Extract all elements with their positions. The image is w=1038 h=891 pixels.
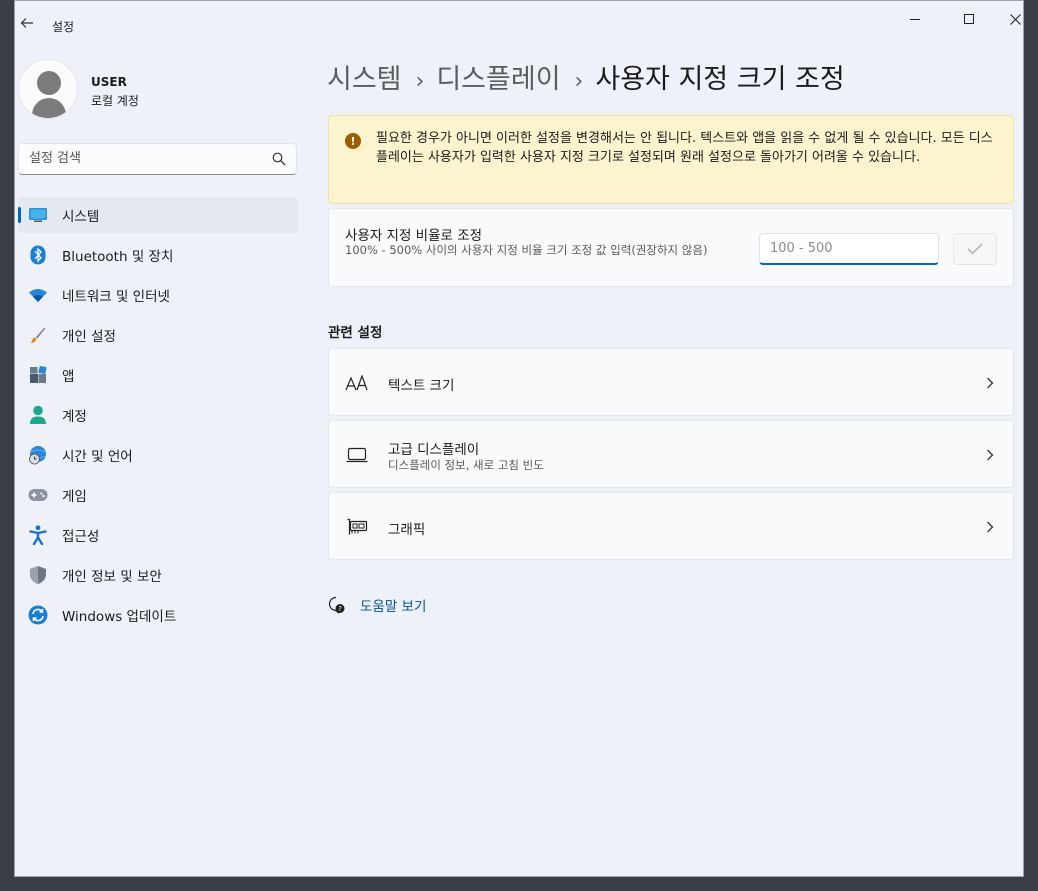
- get-help-link[interactable]: ? 도움말 보기: [328, 593, 426, 617]
- close-icon: [1009, 13, 1021, 25]
- system-icon: [28, 205, 48, 225]
- help-label: 도움말 보기: [360, 599, 427, 615]
- custom-scaling-description: 100% - 500% 사이의 사용자 지정 비율 크기 조정 값 입력(권장하…: [345, 243, 708, 257]
- minimize-button[interactable]: [897, 7, 933, 31]
- gamepad-icon: [28, 485, 48, 505]
- close-button[interactable]: [997, 7, 1033, 31]
- graphics-card-icon: [345, 517, 369, 537]
- sidebar-item-label: 접근성: [62, 529, 100, 545]
- search-icon[interactable]: [272, 152, 286, 166]
- custom-scaling-title: 사용자 지정 비율로 조정: [345, 228, 483, 244]
- sidebar-item-privacy-security[interactable]: 개인 정보 및 보안: [18, 557, 298, 593]
- globe-clock-icon: [28, 445, 48, 465]
- sidebar-item-label: 네트워크 및 인터넷: [62, 289, 170, 305]
- scale-value-input[interactable]: [759, 233, 939, 265]
- account-icon: [28, 405, 48, 425]
- page-title: 사용자 지정 크기 조정: [595, 64, 845, 95]
- chevron-right-icon: [987, 377, 994, 389]
- wifi-icon: [28, 285, 48, 305]
- breadcrumb-display[interactable]: 디스플레이: [436, 64, 560, 95]
- breadcrumb-separator: ›: [415, 69, 425, 94]
- warning-icon: !: [345, 133, 361, 149]
- back-arrow-icon: [20, 18, 33, 28]
- sidebar-item-label: 게임: [62, 489, 87, 505]
- minimize-icon: [910, 18, 920, 20]
- sidebar-item-label: 계정: [62, 409, 87, 425]
- user-name: USER: [91, 75, 127, 89]
- warning-infobar: ! 필요한 경우가 아니면 이러한 설정을 변경해서는 안 됩니다. 텍스트와 …: [328, 115, 1014, 204]
- link-subtitle: 디스플레이 정보, 새로 고침 빈도: [388, 458, 544, 472]
- apply-scale-button[interactable]: [953, 233, 997, 265]
- monitor-icon: [345, 445, 369, 465]
- sidebar-item-label: Windows 업데이트: [62, 609, 177, 625]
- sidebar-item-apps[interactable]: 앱: [18, 357, 298, 393]
- sidebar-item-label: 개인 설정: [62, 329, 116, 345]
- selection-indicator: [18, 207, 21, 223]
- sidebar-item-personalization[interactable]: 개인 설정: [18, 317, 298, 353]
- sidebar-item-network[interactable]: 네트워크 및 인터넷: [18, 277, 298, 313]
- apps-icon: [28, 365, 48, 385]
- sidebar-item-label: 앱: [62, 369, 75, 385]
- sidebar-item-label: Bluetooth 및 장치: [62, 249, 174, 265]
- brush-icon: [28, 325, 48, 345]
- breadcrumb: 시스템 › 디스플레이 › 사용자 지정 크기 조정: [327, 57, 845, 96]
- warning-text: 필요한 경우가 아니면 이러한 설정을 변경해서는 안 됩니다. 텍스트와 앱을…: [376, 131, 993, 165]
- account-type: 로컬 계정: [91, 94, 139, 108]
- breadcrumb-separator: ›: [574, 69, 584, 94]
- maximize-button[interactable]: [951, 7, 987, 31]
- back-button[interactable]: [15, 11, 39, 35]
- settings-search-box: [18, 143, 297, 175]
- sidebar-item-time-language[interactable]: 시간 및 언어: [18, 437, 298, 473]
- sidebar-item-accessibility[interactable]: 접근성: [18, 517, 298, 553]
- shield-icon: [28, 565, 48, 585]
- graphics-link[interactable]: 그래픽: [328, 492, 1014, 560]
- advanced-display-link[interactable]: 고급 디스플레이 디스플레이 정보, 새로 고침 빈도: [328, 420, 1014, 488]
- search-input[interactable]: [29, 151, 259, 166]
- sidebar-item-bluetooth[interactable]: Bluetooth 및 장치: [18, 237, 298, 273]
- link-title: 그래픽: [388, 522, 426, 538]
- accessibility-icon: [28, 525, 48, 545]
- svg-text:?: ?: [338, 605, 342, 613]
- custom-scaling-card: 사용자 지정 비율로 조정 100% - 500% 사이의 사용자 지정 비율 …: [328, 208, 1014, 287]
- sidebar-item-label: 시간 및 언어: [62, 449, 133, 465]
- checkmark-icon: [967, 243, 983, 255]
- title-bar: 설정: [15, 1, 1023, 47]
- sidebar-item-accounts[interactable]: 계정: [18, 397, 298, 433]
- link-title: 텍스트 크기: [388, 378, 455, 394]
- sidebar-item-system[interactable]: 시스템: [18, 197, 298, 233]
- bluetooth-icon: [28, 245, 48, 265]
- text-size-icon: [345, 373, 369, 393]
- sidebar-nav: 시스템 Bluetooth 및 장치 네트워크 및 인터넷 개인 설정 앱 계정…: [18, 197, 298, 637]
- chevron-right-icon: [987, 449, 994, 461]
- breadcrumb-system[interactable]: 시스템: [327, 64, 402, 95]
- chevron-right-icon: [987, 521, 994, 533]
- update-icon: [28, 605, 48, 625]
- user-profile[interactable]: USER 로컬 계정: [18, 59, 298, 119]
- settings-window: 설정 USER 로컬 계정 시스템 Bluetooth: [14, 0, 1024, 877]
- text-size-link[interactable]: 텍스트 크기: [328, 348, 1014, 416]
- sidebar-item-label: 시스템: [62, 209, 100, 225]
- related-settings-heading: 관련 설정: [328, 325, 383, 341]
- sidebar-item-gaming[interactable]: 게임: [18, 477, 298, 513]
- help-chat-icon: ?: [328, 596, 345, 614]
- link-title: 고급 디스플레이: [388, 442, 480, 458]
- avatar: [18, 59, 78, 119]
- sidebar-item-windows-update[interactable]: Windows 업데이트: [18, 597, 298, 633]
- app-title: 설정: [52, 20, 75, 34]
- maximize-icon: [964, 14, 974, 24]
- sidebar-item-label: 개인 정보 및 보안: [62, 569, 162, 585]
